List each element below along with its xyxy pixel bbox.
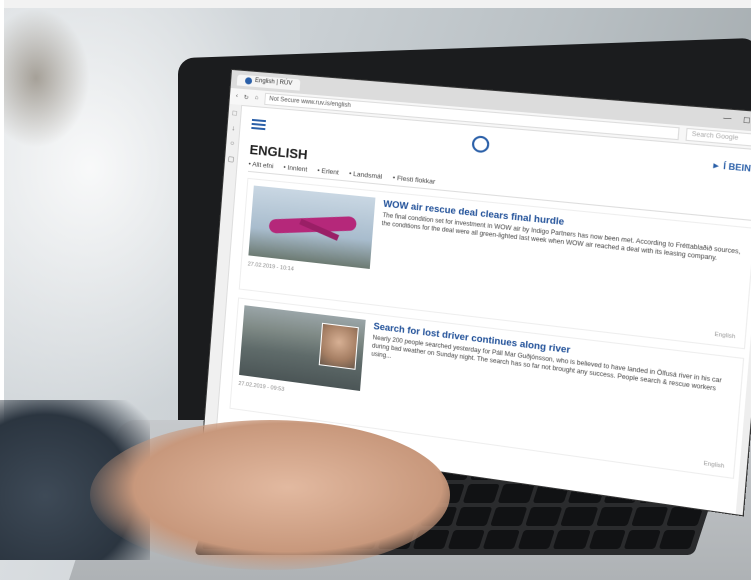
key bbox=[658, 530, 696, 549]
article-tag[interactable]: English bbox=[714, 332, 736, 341]
key bbox=[482, 530, 521, 549]
article-date: 27.02.2019 - 10:14 bbox=[247, 261, 295, 273]
maximize-icon[interactable]: ☐ bbox=[743, 116, 751, 125]
menu-icon[interactable] bbox=[251, 118, 266, 131]
key bbox=[630, 507, 669, 526]
key bbox=[497, 484, 536, 503]
top-strip bbox=[0, 0, 751, 8]
download-icon[interactable]: ↓ bbox=[231, 125, 235, 132]
nav-item[interactable]: • Allt efni bbox=[248, 161, 273, 170]
article-date: 27.02.2019 - 09:53 bbox=[238, 380, 285, 394]
home-icon[interactable]: ⌂ bbox=[254, 95, 258, 101]
blurred-plant bbox=[0, 8, 90, 148]
key bbox=[623, 530, 661, 549]
key bbox=[490, 507, 528, 526]
key bbox=[560, 507, 598, 526]
article-body: Search for lost driver continues along r… bbox=[366, 321, 735, 470]
key bbox=[666, 507, 704, 526]
hand bbox=[90, 420, 450, 570]
key bbox=[588, 530, 626, 549]
key bbox=[525, 507, 563, 526]
menu-line bbox=[251, 126, 266, 131]
minimize-icon[interactable]: — bbox=[723, 115, 732, 124]
nav-item[interactable]: • Flesti flokkar bbox=[392, 175, 435, 186]
article-image-airplane[interactable] bbox=[248, 185, 376, 269]
browser-tab[interactable]: English | RÚV bbox=[236, 73, 301, 91]
key bbox=[517, 530, 556, 549]
article-body: WOW air rescue deal clears final hurdle … bbox=[376, 198, 747, 340]
portrait-photo bbox=[318, 322, 359, 370]
menu-line bbox=[251, 118, 266, 123]
bookmark-icon[interactable]: □ bbox=[232, 110, 237, 117]
notes-icon[interactable]: ▢ bbox=[227, 155, 234, 164]
live-link[interactable]: ► Í BEINNI bbox=[711, 160, 751, 174]
key bbox=[462, 484, 500, 503]
ruv-logo-icon[interactable] bbox=[470, 135, 490, 154]
menu-line bbox=[251, 122, 266, 127]
key bbox=[455, 507, 493, 526]
article-image-river[interactable] bbox=[239, 305, 366, 391]
nav-item[interactable]: • Erlent bbox=[317, 167, 339, 176]
back-icon[interactable]: ‹ bbox=[236, 93, 238, 99]
window-controls: — ☐ ✕ bbox=[723, 115, 751, 127]
key bbox=[553, 530, 591, 549]
tab-title: English | RÚV bbox=[254, 77, 293, 87]
key bbox=[447, 530, 486, 549]
reload-icon[interactable]: ↻ bbox=[244, 94, 250, 101]
history-icon[interactable]: ○ bbox=[230, 140, 235, 147]
nav-item[interactable]: • Innlent bbox=[283, 164, 307, 173]
nav-item[interactable]: • Landsmál bbox=[349, 170, 383, 180]
key bbox=[595, 507, 634, 526]
ruv-logo-icon bbox=[244, 76, 253, 85]
